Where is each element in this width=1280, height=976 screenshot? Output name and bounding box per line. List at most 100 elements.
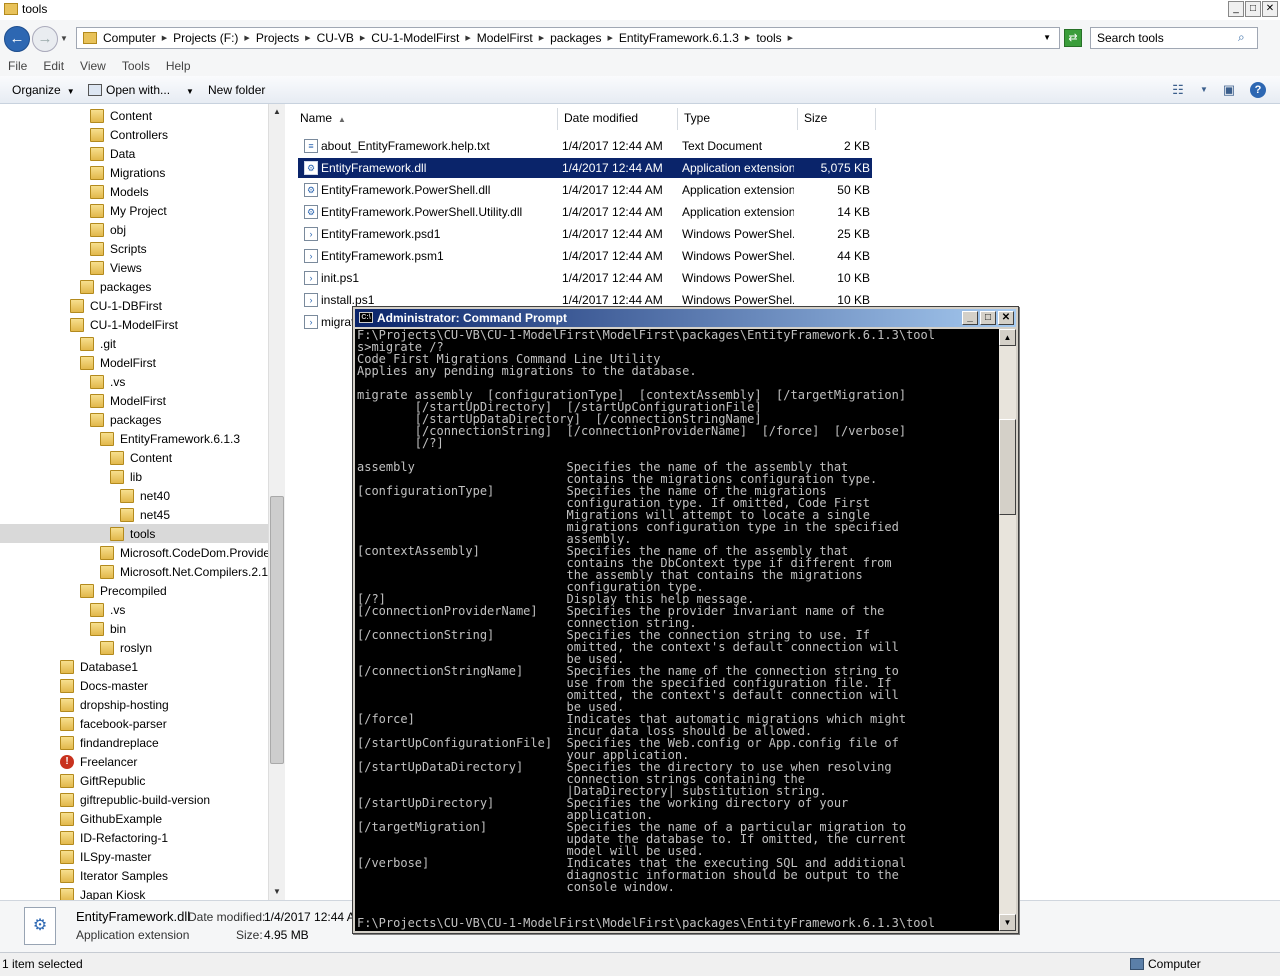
tree-item[interactable]: ILSpy-master [60,847,151,866]
breadcrumb-item[interactable]: EntityFramework.6.1.3 ▶ [619,31,756,45]
tree-item[interactable]: Controllers [90,125,168,144]
tree-item[interactable]: Content [90,106,152,125]
file-row[interactable]: › init.ps1 1/4/2017 12:44 AM Windows PowerS… [298,268,872,288]
cmd-close-button[interactable]: ✕ [998,311,1014,325]
scroll-up-icon[interactable]: ▲ [269,104,285,120]
breadcrumb-separator-icon[interactable]: ▶ [162,34,167,42]
recent-pages-dropdown[interactable]: ▼ [60,34,68,43]
tree-item[interactable]: GiftRepublic [60,771,145,790]
tree-item[interactable]: facebook-parser [60,714,167,733]
column-size[interactable]: Size [798,108,876,130]
breadcrumb-separator-icon[interactable]: ▶ [360,34,365,42]
tree-item[interactable]: EntityFramework.6.1.3 [100,429,240,448]
menu-tools[interactable]: Tools [114,56,158,76]
close-button[interactable]: ✕ [1262,1,1278,17]
cmd-minimize-button[interactable]: _ [962,311,978,325]
tree-item[interactable]: Microsoft.Net.Compilers.2.1.0 [100,562,268,581]
help-icon[interactable]: ? [1250,82,1266,98]
tree-item[interactable]: CU-1-DBFirst [70,296,162,315]
tree-item[interactable]: Migrations [90,163,165,182]
tree-item[interactable]: Data [90,144,135,163]
breadcrumb-item[interactable]: Computer ▶ [103,31,173,45]
tree-item[interactable]: lib [110,467,142,486]
breadcrumb-item[interactable]: CU-VB ▶ [317,31,372,45]
tree-item[interactable]: Database1 [60,657,138,676]
file-row[interactable]: › EntityFramework.psd1 1/4/2017 12:44 AM Wi… [298,224,872,244]
console-scroll-thumb[interactable] [999,419,1016,515]
address-dropdown-icon[interactable]: ▼ [1043,33,1051,42]
tree-item[interactable]: packages [80,277,151,296]
breadcrumb-item[interactable]: packages ▶ [550,31,619,45]
tree-item[interactable]: giftrepublic-build-version [60,790,210,809]
breadcrumb-separator-icon[interactable]: ▶ [305,34,310,42]
tree-item[interactable]: Japan Kiosk [60,885,145,900]
scroll-down-icon[interactable]: ▼ [999,914,1016,931]
address-bar[interactable]: Computer ▶ Projects (F:) ▶ Projects ▶ CU-VB ▶ CU… [76,27,1060,49]
breadcrumb-separator-icon[interactable]: ▶ [745,34,750,42]
tree-item[interactable]: findandreplace [60,733,159,752]
file-row[interactable]: ≡ about_EntityFramework.help.txt 1/4/2017 … [298,136,872,156]
new-folder-button[interactable]: New folder [208,83,265,97]
menu-edit[interactable]: Edit [35,56,72,76]
search-icon[interactable]: ⌕ [1238,30,1254,46]
tree-item[interactable]: ModelFirst [90,391,166,410]
tree-item[interactable]: ID-Refactoring-1 [60,828,168,847]
menu-help[interactable]: Help [158,56,199,76]
tree-item[interactable]: Views [90,258,142,277]
tree-item[interactable]: Iterator Samples [60,866,168,885]
refresh-icon[interactable]: ⇄ [1064,29,1082,47]
file-row[interactable]: › EntityFramework.psm1 1/4/2017 12:44 AM Wi… [298,246,872,266]
breadcrumb-separator-icon[interactable]: ▶ [244,34,249,42]
back-button[interactable]: ← [4,26,30,52]
console-scrollbar[interactable]: ▲ ▼ [999,329,1016,931]
breadcrumb-item[interactable]: tools ▶ [756,31,799,45]
tree-item[interactable]: .vs [90,600,125,619]
tree-item[interactable]: .vs [90,372,125,391]
breadcrumb-item[interactable]: CU-1-ModelFirst ▶ [371,31,476,45]
tree-item[interactable]: GithubExample [60,809,162,828]
breadcrumb-item[interactable]: Projects (F:) ▶ [173,31,256,45]
tree-item[interactable]: tools [0,524,268,543]
tree-item[interactable]: CU-1-ModelFirst [70,315,178,334]
breadcrumb-separator-icon[interactable]: ▶ [465,34,470,42]
tree-item[interactable]: Content [110,448,172,467]
file-row[interactable]: ⚙ EntityFramework.PowerShell.Utility.dll 1… [298,202,872,222]
tree-item[interactable]: packages [90,410,161,429]
command-prompt-window[interactable]: C:\ Administrator: Command Prompt _ □ ✕ … [352,306,1019,934]
tree-scroll-thumb[interactable] [270,496,284,764]
tree-item[interactable]: obj [90,220,126,239]
tree-item[interactable]: Microsoft.CodeDom.Providers. [100,543,268,562]
organize-button[interactable]: Organize ▼ [12,83,75,97]
tree-item[interactable]: bin [90,619,126,638]
column-name[interactable]: Name ▲ [294,108,558,130]
scroll-down-icon[interactable]: ▼ [269,884,285,900]
breadcrumb-item[interactable]: Projects ▶ [256,31,317,45]
column-date-modified[interactable]: Date modified [558,108,678,130]
console-output[interactable]: F:\Projects\CU-VB\CU-1-ModelFirst\ModelF… [355,329,999,931]
tree-item[interactable]: Models [90,182,149,201]
tree-item[interactable]: ! Freelancer [60,752,137,771]
menu-view[interactable]: View [72,56,114,76]
tree-item[interactable]: Precompiled [80,581,167,600]
preview-pane-icon[interactable]: ▣ [1221,82,1237,98]
tree-item[interactable]: dropship-hosting [60,695,169,714]
cmd-titlebar[interactable]: C:\ Administrator: Command Prompt _ □ ✕ [355,309,1016,327]
tree-item[interactable]: net40 [120,486,170,505]
tree-item[interactable]: net45 [120,505,170,524]
tree-scrollbar[interactable]: ▲ ▼ [268,104,285,900]
scroll-up-icon[interactable]: ▲ [999,329,1016,346]
view-options-icon[interactable]: ☷ [1170,82,1186,98]
breadcrumb-item[interactable]: ModelFirst ▶ [477,31,550,45]
view-dropdown-icon[interactable]: ▼ [1196,82,1212,98]
tree-item[interactable]: .git [80,334,116,353]
file-row[interactable]: ⚙ EntityFramework.PowerShell.dll 1/4/2017 … [298,180,872,200]
tree-item[interactable]: Docs-master [60,676,148,695]
tree-item[interactable]: ModelFirst [80,353,156,372]
file-row[interactable]: ⚙ EntityFramework.dll 1/4/2017 12:44 AM App… [298,158,872,178]
tree-item[interactable]: Scripts [90,239,147,258]
breadcrumb-separator-icon[interactable]: ▶ [607,34,612,42]
maximize-button[interactable]: □ [1245,1,1261,17]
column-type[interactable]: Type [678,108,798,130]
tree-item[interactable]: My Project [90,201,167,220]
cmd-maximize-button[interactable]: □ [980,311,996,325]
